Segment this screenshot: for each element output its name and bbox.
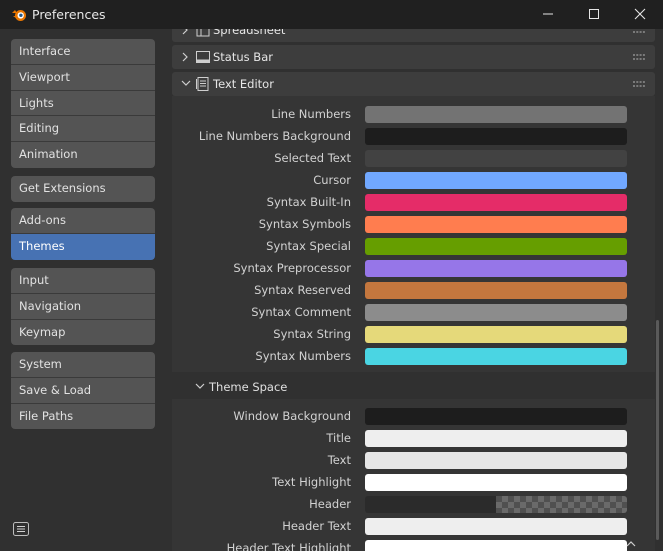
maximize-button[interactable] [571, 0, 617, 29]
preferences-sidebar: Interface Viewport Lights Editing Animat… [0, 29, 164, 551]
color-label-header: Header [309, 497, 351, 511]
color-label-syntax-preprocessor: Syntax Preprocessor [233, 261, 351, 275]
sidebar-item-save-load[interactable]: Save & Load [11, 377, 155, 404]
color-label-syntax-numbers: Syntax Numbers [255, 349, 351, 363]
chevron-up-icon[interactable] [626, 540, 636, 548]
color-swatch-window-background[interactable] [365, 408, 627, 425]
sidebar-item-keymap[interactable]: Keymap [11, 319, 155, 346]
sidebar-item-get-extensions[interactable]: Get Extensions [11, 176, 155, 202]
hamburger-menu-icon[interactable] [13, 522, 29, 536]
sidebar-item-interface[interactable]: Interface [11, 39, 155, 65]
sidebar-item-file-paths[interactable]: File Paths [11, 403, 155, 430]
chevron-down-icon [181, 80, 191, 86]
color-label-syntax-special: Syntax Special [266, 239, 351, 253]
color-swatch-title[interactable] [365, 430, 627, 447]
sidebar-item-lights[interactable]: Lights [11, 90, 155, 117]
nav-group-interface: Interface Viewport Lights Editing Animat… [11, 39, 155, 168]
color-label-cursor: Cursor [313, 173, 351, 187]
sidebar-item-navigation[interactable]: Navigation [11, 293, 155, 320]
color-label-text: Text [327, 453, 351, 467]
color-label-title: Title [326, 431, 351, 445]
color-swatch-cursor[interactable] [365, 172, 627, 189]
chevron-down-icon [195, 383, 205, 389]
nav-group-addons: Add-ons Themes [11, 208, 155, 260]
color-swatch-syntax-string[interactable] [365, 326, 627, 343]
sidebar-item-add-ons[interactable]: Add-ons [11, 208, 155, 234]
color-label-syntax-comment: Syntax Comment [251, 305, 351, 319]
color-swatch-syntax-reserved[interactable] [365, 282, 627, 299]
panel-header-status-bar[interactable]: Status Bar [172, 45, 655, 69]
color-swatch-syntax-built-in[interactable] [365, 194, 627, 211]
chevron-right-icon [182, 29, 188, 35]
color-label-syntax-symbols: Syntax Symbols [258, 217, 351, 231]
color-swatch-syntax-preprocessor[interactable] [365, 260, 627, 277]
window-title: Preferences [32, 7, 106, 22]
color-label-selected-text: Selected Text [274, 151, 351, 165]
spreadsheet-icon [196, 29, 210, 37]
drag-grip-icon[interactable] [633, 54, 645, 60]
sidebar-item-themes[interactable]: Themes [11, 233, 155, 260]
minimize-button[interactable] [525, 0, 571, 29]
sidebar-item-system[interactable]: System [11, 352, 155, 378]
panel-label-spreadsheet: Spreadsheet [213, 29, 286, 37]
color-label-syntax-built-in: Syntax Built-In [266, 195, 351, 209]
panel-label-status-bar: Status Bar [213, 50, 273, 64]
color-swatch-selected-text[interactable] [365, 150, 627, 167]
sidebar-item-viewport[interactable]: Viewport [11, 64, 155, 91]
color-swatch-header[interactable] [365, 496, 627, 513]
text-editor-panel-body: Line Numbers Line Numbers Background Selec… [172, 96, 655, 372]
theme-space-panel-body: Window Background Title Text Text Highlight… [172, 399, 655, 551]
nav-group-extensions: Get Extensions [11, 176, 155, 202]
color-label-syntax-reserved: Syntax Reserved [254, 283, 351, 297]
panel-header-spreadsheet[interactable]: Spreadsheet [172, 29, 655, 42]
color-label-line-numbers: Line Numbers [271, 107, 351, 121]
themes-main-area: Spreadsheet Status Bar Text Editor Line … [170, 29, 657, 551]
title-bar: Preferences [0, 0, 663, 29]
color-label-header-text: Header Text [282, 519, 351, 533]
sidebar-item-editing[interactable]: Editing [11, 116, 155, 143]
close-button[interactable] [617, 0, 663, 29]
color-label-text-highlight: Text Highlight [272, 475, 351, 489]
maximize-icon [589, 9, 599, 19]
sidebar-item-input[interactable]: Input [11, 268, 155, 294]
panel-header-text-editor[interactable]: Text Editor [172, 72, 655, 96]
subpanel-label-theme-space: Theme Space [209, 380, 288, 394]
status-bar-icon [196, 51, 210, 63]
color-swatch-text-highlight[interactable] [365, 474, 627, 491]
header-color-solid [365, 496, 496, 513]
panel-label-text-editor: Text Editor [213, 77, 274, 91]
header-alpha-checker [496, 496, 627, 513]
color-swatch-syntax-numbers[interactable] [365, 348, 627, 365]
nav-group-input: Input Navigation Keymap [11, 268, 155, 346]
color-label-window-background: Window Background [233, 409, 351, 423]
sidebar-item-animation[interactable]: Animation [11, 142, 155, 168]
color-swatch-line-numbers-background[interactable] [365, 128, 627, 145]
blender-logo-icon [12, 10, 26, 21]
drag-grip-icon[interactable] [633, 81, 645, 87]
vertical-scrollbar[interactable] [656, 320, 659, 540]
subpanel-header-theme-space[interactable]: Theme Space [172, 375, 655, 399]
text-editor-icon [196, 77, 209, 91]
color-swatch-syntax-comment[interactable] [365, 304, 627, 321]
color-label-syntax-string: Syntax String [273, 327, 351, 341]
close-icon [634, 8, 646, 20]
nav-group-system: System Save & Load File Paths [11, 352, 155, 430]
color-swatch-text[interactable] [365, 452, 627, 469]
minimize-icon [543, 13, 553, 15]
color-swatch-header-text-highlight[interactable] [365, 540, 627, 551]
color-swatch-syntax-special[interactable] [365, 238, 627, 255]
color-swatch-header-text[interactable] [365, 518, 627, 535]
color-label-header-text-highlight: Header Text Highlight [226, 541, 351, 551]
chevron-right-icon [182, 52, 188, 62]
color-swatch-syntax-symbols[interactable] [365, 216, 627, 233]
drag-grip-icon[interactable] [633, 29, 645, 33]
color-label-line-numbers-background: Line Numbers Background [198, 129, 351, 143]
color-swatch-line-numbers[interactable] [365, 106, 627, 123]
